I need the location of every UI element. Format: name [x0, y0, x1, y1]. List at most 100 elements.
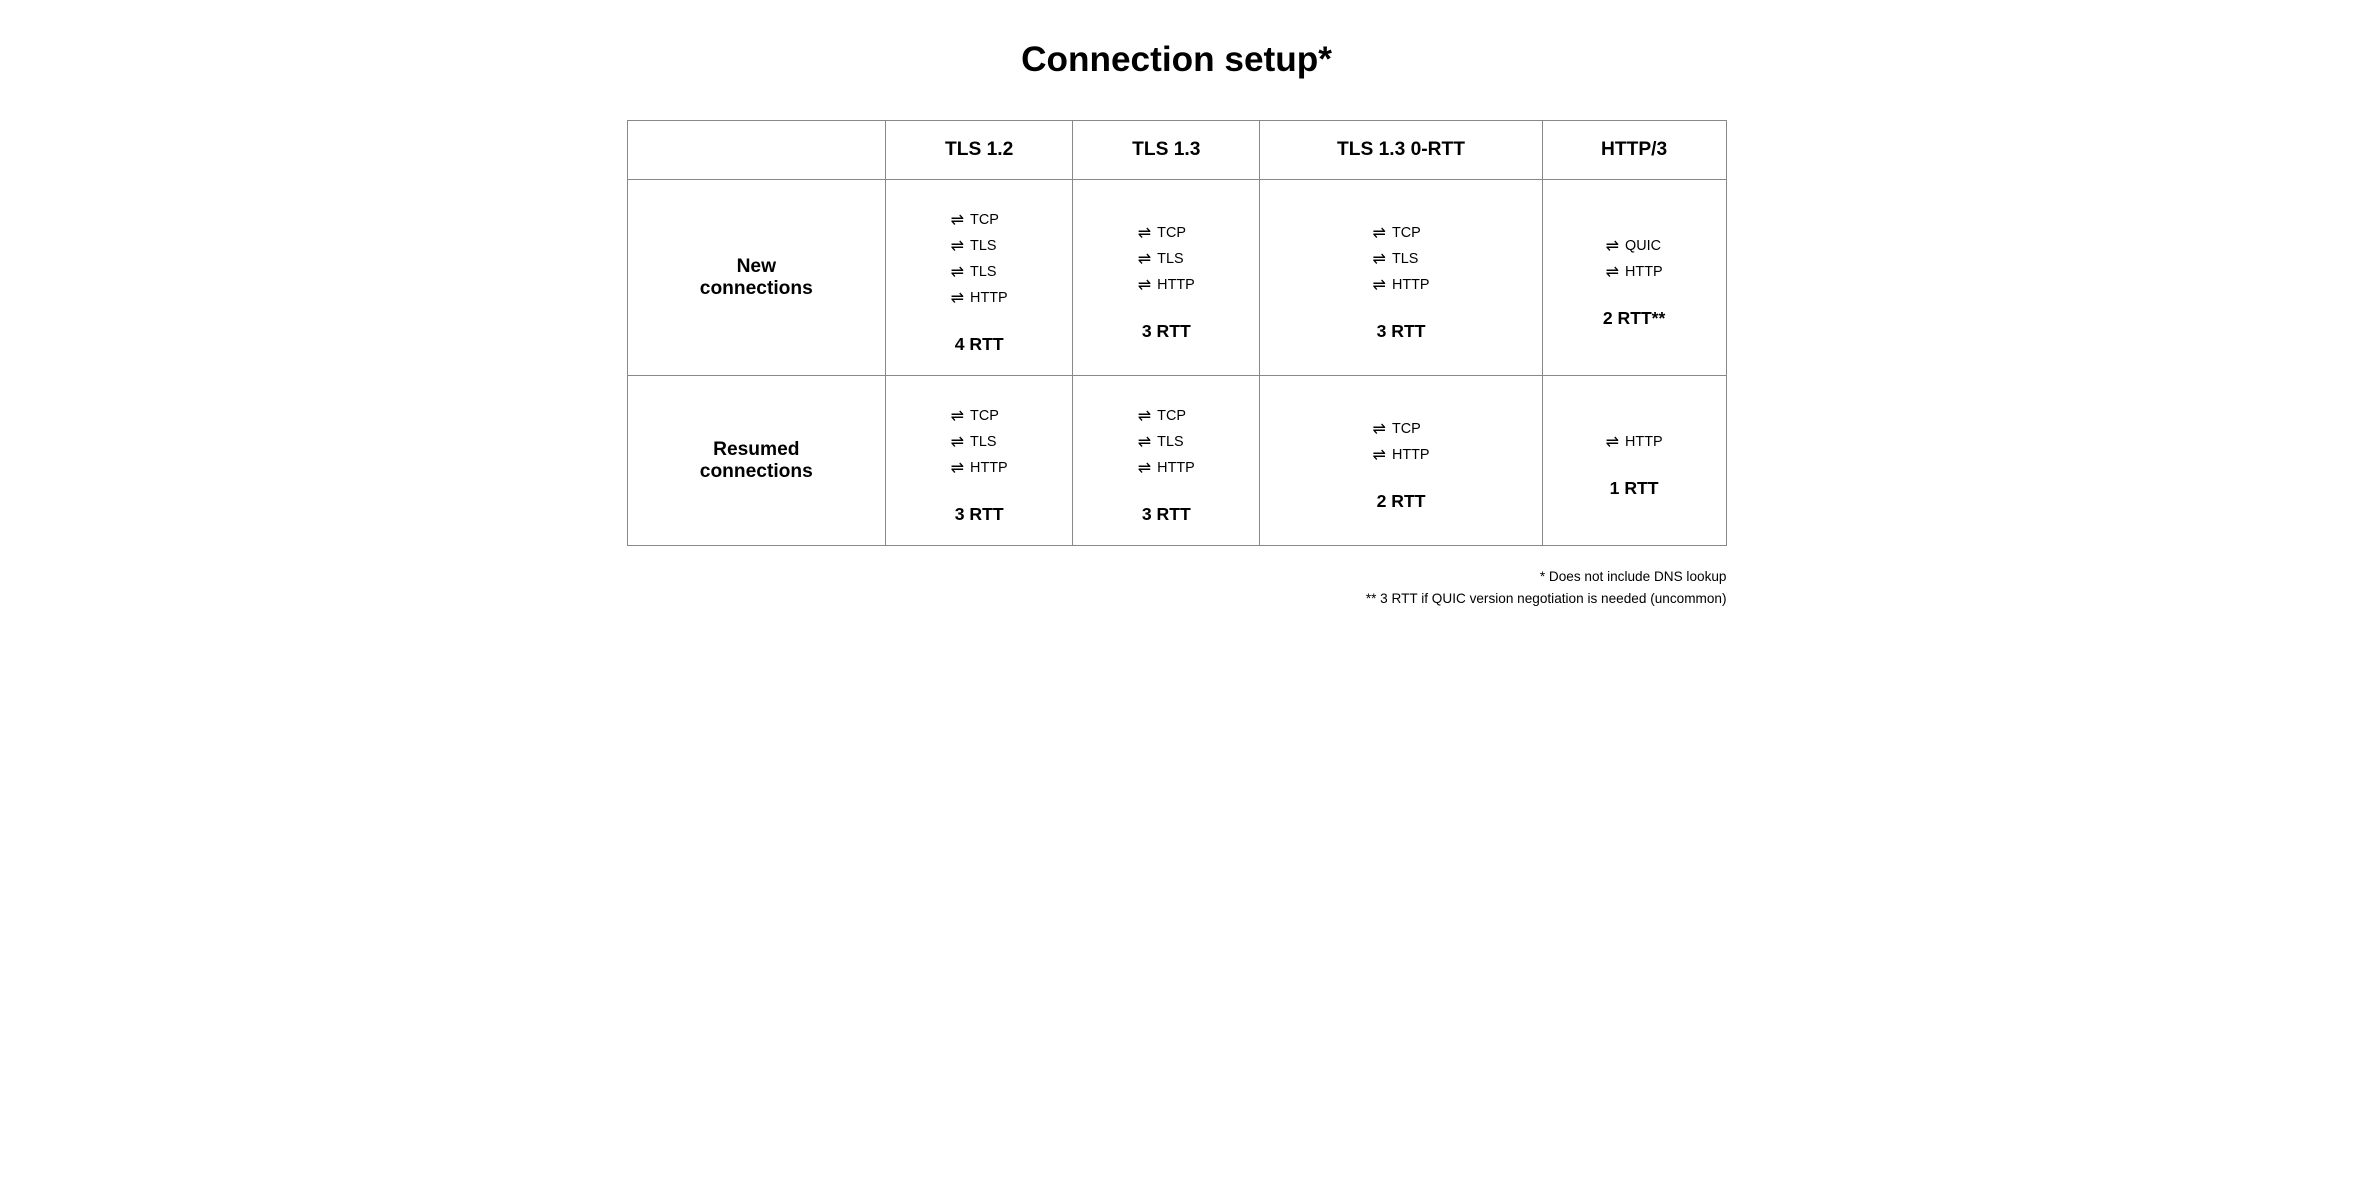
footnote-1: * Does not include DNS lookup — [627, 566, 1727, 588]
rtt-label: 1 RTT — [1567, 478, 1702, 499]
protocol-label: TCP — [1157, 225, 1186, 241]
exchange-arrow-icon: ⇌ — [1606, 236, 1619, 256]
protocol-label: HTTP — [1392, 447, 1430, 463]
protocol-list: ⇌ TCP ⇌ TLS ⇌ TLS ⇌ HTTP — [951, 200, 1008, 318]
protocol-row: ⇌ TCP — [951, 406, 999, 426]
footnote-2: ** 3 RTT if QUIC version negotiation is … — [627, 588, 1727, 610]
exchange-arrow-icon: ⇌ — [951, 288, 964, 308]
data-cell: ⇌ TCP ⇌ HTTP 2 RTT — [1260, 376, 1542, 546]
data-cell: ⇌ TCP ⇌ TLS ⇌ HTTP 3 RTT — [886, 376, 1073, 546]
protocol-label: TLS — [970, 264, 996, 280]
comparison-table: TLS 1.2 TLS 1.3 TLS 1.3 0-RTT HTTP/3 New… — [627, 120, 1727, 546]
protocol-label: HTTP — [1625, 434, 1663, 450]
exchange-arrow-icon: ⇌ — [1606, 432, 1619, 452]
data-cell: ⇌ HTTP 1 RTT — [1542, 376, 1726, 546]
protocol-row: ⇌ HTTP — [1138, 275, 1195, 295]
protocol-label: TCP — [1157, 408, 1186, 424]
protocol-row: ⇌ HTTP — [1138, 458, 1195, 478]
protocol-row: ⇌ QUIC — [1606, 236, 1661, 256]
protocol-list: ⇌ TCP ⇌ HTTP — [1373, 409, 1430, 475]
protocol-label: TLS — [970, 434, 996, 450]
protocol-list: ⇌ QUIC ⇌ HTTP — [1606, 226, 1663, 292]
footnotes: * Does not include DNS lookup ** 3 RTT i… — [627, 566, 1727, 610]
exchange-arrow-icon: ⇌ — [1373, 275, 1386, 295]
protocol-list: ⇌ TCP ⇌ TLS ⇌ HTTP — [1138, 396, 1195, 488]
protocol-row: ⇌ TCP — [1138, 406, 1186, 426]
exchange-arrow-icon: ⇌ — [1138, 249, 1151, 269]
data-cell: ⇌QUIC⇌HTTP2 RTT** — [1542, 180, 1726, 376]
data-cell: ⇌TCP ⇌ TLS ⇌ HTTP 3 RTT — [1073, 180, 1260, 376]
protocol-row: ⇌ TLS — [1373, 249, 1419, 269]
exchange-arrow-icon: ⇌ — [1606, 262, 1619, 282]
protocol-row: ⇌ HTTP — [951, 288, 1008, 308]
protocol-row: ⇌TCP — [1138, 223, 1186, 243]
exchange-arrow-icon: ⇌ — [951, 210, 964, 230]
protocol-label: TLS — [970, 238, 996, 254]
protocol-label: QUIC — [1625, 238, 1661, 254]
protocol-row: ⇌ HTTP — [1373, 275, 1430, 295]
exchange-arrow-icon: ⇌ — [951, 236, 964, 256]
exchange-arrow-icon: ⇌ — [1373, 419, 1386, 439]
protocol-label: TLS — [1157, 434, 1183, 450]
rtt-label: 3 RTT — [1284, 321, 1517, 342]
protocol-row: ⇌ HTTP — [1606, 262, 1663, 282]
protocol-list: ⇌ TCP ⇌ TLS ⇌ HTTP — [951, 396, 1008, 488]
table-row: Newconnections⇌TCP⇌TLS⇌TLS⇌HTTP4 RTT⇌TCP… — [627, 180, 1726, 376]
rtt-label: 3 RTT — [1097, 321, 1235, 342]
protocol-row: ⇌ TCP — [1373, 419, 1421, 439]
protocol-row: ⇌ HTTP — [951, 458, 1008, 478]
header-tls12: TLS 1.2 — [886, 121, 1073, 180]
exchange-arrow-icon: ⇌ — [1138, 406, 1151, 426]
exchange-arrow-icon: ⇌ — [951, 406, 964, 426]
table-header: TLS 1.2 TLS 1.3 TLS 1.3 0-RTT HTTP/3 — [627, 121, 1726, 180]
protocol-list: ⇌TCP ⇌ TLS ⇌ HTTP — [1138, 213, 1195, 305]
protocol-row: ⇌ HTTP — [1606, 432, 1663, 452]
protocol-label: HTTP — [1625, 264, 1663, 280]
protocol-label: HTTP — [1157, 277, 1195, 293]
protocol-row: ⇌ TLS — [1138, 432, 1184, 452]
protocol-label: HTTP — [970, 460, 1008, 476]
row-label: Resumedconnections — [627, 376, 886, 546]
protocol-list: ⇌TCP ⇌ TLS ⇌ HTTP — [1373, 213, 1430, 305]
protocol-label: TCP — [1392, 225, 1421, 241]
rtt-label: 3 RTT — [1097, 504, 1235, 525]
exchange-arrow-icon: ⇌ — [951, 262, 964, 282]
rtt-label: 4 RTT — [910, 334, 1048, 355]
protocol-label: TCP — [970, 212, 999, 228]
exchange-arrow-icon: ⇌ — [1138, 432, 1151, 452]
exchange-arrow-icon: ⇌ — [951, 458, 964, 478]
exchange-arrow-icon: ⇌ — [1373, 445, 1386, 465]
protocol-row: ⇌ TCP — [951, 210, 999, 230]
table-body: Newconnections⇌TCP⇌TLS⇌TLS⇌HTTP4 RTT⇌TCP… — [627, 180, 1726, 546]
protocol-row: ⇌ TLS — [1138, 249, 1184, 269]
protocol-row: ⇌ TLS — [951, 432, 997, 452]
protocol-row: ⇌ HTTP — [1373, 445, 1430, 465]
rtt-label: 2 RTT — [1284, 491, 1517, 512]
page-title: Connection setup* — [1021, 40, 1332, 80]
header-tls13: TLS 1.3 — [1073, 121, 1260, 180]
exchange-arrow-icon: ⇌ — [951, 432, 964, 452]
protocol-label: HTTP — [1157, 460, 1195, 476]
header-tls13-0rtt: TLS 1.3 0-RTT — [1260, 121, 1542, 180]
data-cell: ⇌TCP ⇌ TLS ⇌ HTTP 3 RTT — [1260, 180, 1542, 376]
protocol-label: TLS — [1392, 251, 1418, 267]
protocol-row: ⇌ TLS — [951, 236, 997, 256]
header-empty — [627, 121, 886, 180]
protocol-label: TCP — [1392, 421, 1421, 437]
table-row: Resumedconnections ⇌ TCP ⇌ TLS ⇌ HTTP 3 RTT ⇌ TCP… — [627, 376, 1726, 546]
exchange-arrow-icon: ⇌ — [1373, 249, 1386, 269]
data-cell: ⇌ TCP ⇌ TLS ⇌ HTTP 3 RTT — [1073, 376, 1260, 546]
protocol-label: HTTP — [970, 290, 1008, 306]
protocol-label: TLS — [1157, 251, 1183, 267]
exchange-arrow-icon: ⇌ — [1138, 275, 1151, 295]
protocol-row: ⇌TCP — [1373, 223, 1421, 243]
protocol-label: TCP — [970, 408, 999, 424]
protocol-label: HTTP — [1392, 277, 1430, 293]
exchange-arrow-icon: ⇌ — [1138, 458, 1151, 478]
data-cell: ⇌ TCP ⇌ TLS ⇌ TLS ⇌ HTTP 4 RTT — [886, 180, 1073, 376]
protocol-row: ⇌ TLS — [951, 262, 997, 282]
header-row: TLS 1.2 TLS 1.3 TLS 1.3 0-RTT HTTP/3 — [627, 121, 1726, 180]
protocol-list: ⇌ HTTP — [1606, 422, 1663, 462]
header-http3: HTTP/3 — [1542, 121, 1726, 180]
rtt-label: 3 RTT — [910, 504, 1048, 525]
